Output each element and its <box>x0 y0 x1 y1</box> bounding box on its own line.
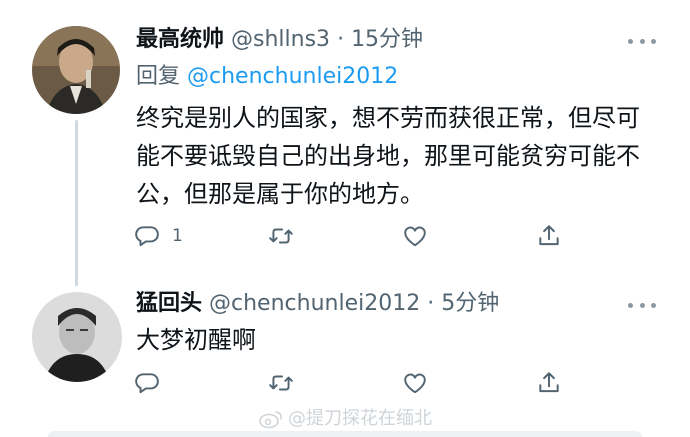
tweet-text: 大梦初醒啊 <box>136 326 256 354</box>
weibo-icon <box>259 411 282 429</box>
avatar[interactable] <box>32 26 120 114</box>
bottom-bar <box>48 431 642 437</box>
separator: · <box>337 27 345 52</box>
share-button[interactable] <box>536 221 562 251</box>
like-icon <box>404 226 426 247</box>
reply-button[interactable]: 1 <box>134 221 183 251</box>
like-button[interactable] <box>402 221 428 251</box>
mention-link[interactable]: @chenchunlei2012 <box>187 64 398 89</box>
like-icon <box>404 373 426 394</box>
timestamp[interactable]: 5分钟 <box>441 291 499 316</box>
watermark-text: @提刀探花在缅北 <box>288 408 432 429</box>
timestamp[interactable]: 15分钟 <box>351 27 423 52</box>
share-icon <box>539 372 559 393</box>
separator: · <box>427 291 435 316</box>
display-name[interactable]: 猛回头 <box>136 291 202 316</box>
retweet-icon <box>269 375 293 391</box>
tweet[interactable]: 猛回头 @chenchunlei2012 · 5分钟 大梦初醒啊 <box>0 282 690 406</box>
more-icon[interactable] <box>628 36 656 46</box>
reply-icon <box>135 226 159 247</box>
user-handle[interactable]: @chenchunlei2012 <box>209 291 420 316</box>
retweet-button[interactable] <box>268 221 294 251</box>
like-button[interactable] <box>402 368 428 398</box>
reply-button[interactable] <box>134 368 160 398</box>
replying-to: 回复 @chenchunlei2012 <box>136 60 398 94</box>
share-icon <box>539 225 559 246</box>
action-bar <box>134 368 574 398</box>
reply-icon <box>135 373 159 394</box>
action-bar: 1 <box>134 221 574 251</box>
watermark: @提刀探花在缅北 <box>258 407 432 431</box>
display-name[interactable]: 最高统帅 <box>136 27 224 52</box>
reply-count: 1 <box>172 226 183 246</box>
user-handle[interactable]: @shllns3 <box>231 27 330 52</box>
retweet-button[interactable] <box>268 368 294 398</box>
replying-label: 回复 <box>136 64 181 89</box>
tweet-header: 猛回头 @chenchunlei2012 · 5分钟 <box>136 287 499 321</box>
share-button[interactable] <box>536 368 562 398</box>
more-icon[interactable] <box>628 300 656 310</box>
tweet[interactable]: 最高统帅 @shllns3 · 15分钟 回复 @chenchunlei2012… <box>0 0 690 286</box>
tweet-text: 终究是别人的国家，想不劳而获很正常，但尽可能不要诋毁自己的出身地，那里可能贫穷可… <box>136 104 640 208</box>
retweet-icon <box>269 228 293 244</box>
avatar[interactable] <box>32 292 122 382</box>
thread-line <box>75 120 78 286</box>
tweet-header: 最高统帅 @shllns3 · 15分钟 <box>136 23 423 57</box>
